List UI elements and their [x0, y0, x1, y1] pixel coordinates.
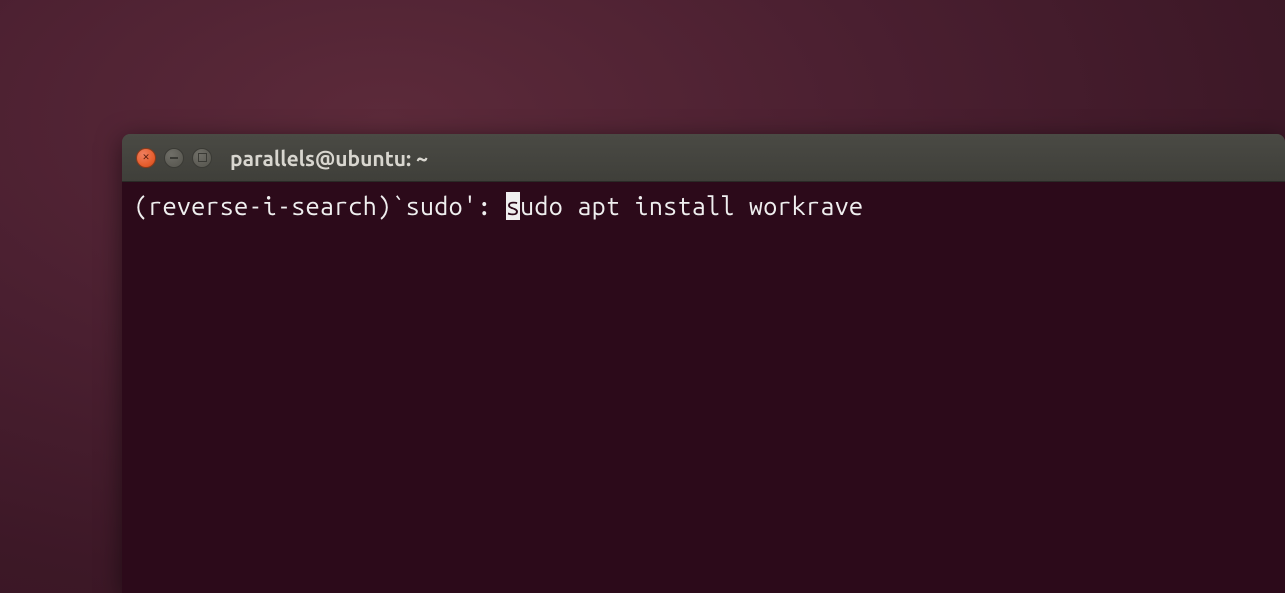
reverse-search-suffix: ': [463, 192, 506, 220]
titlebar[interactable]: parallels@ubuntu: ~ [122, 134, 1285, 182]
window-controls [136, 148, 212, 168]
terminal-window: parallels@ubuntu: ~ (reverse-i-search)`s… [122, 134, 1285, 593]
close-button[interactable] [136, 148, 156, 168]
terminal-cursor: s [506, 192, 520, 220]
command-rest: udo apt install workrave [520, 192, 863, 220]
reverse-search-term: sudo [406, 192, 463, 220]
maximize-button[interactable] [192, 148, 212, 168]
minimize-button[interactable] [164, 148, 184, 168]
reverse-search-prefix: (reverse-i-search)` [134, 192, 406, 220]
window-title: parallels@ubuntu: ~ [230, 146, 428, 170]
terminal-body[interactable]: (reverse-i-search)`sudo': sudo apt insta… [122, 182, 1285, 593]
